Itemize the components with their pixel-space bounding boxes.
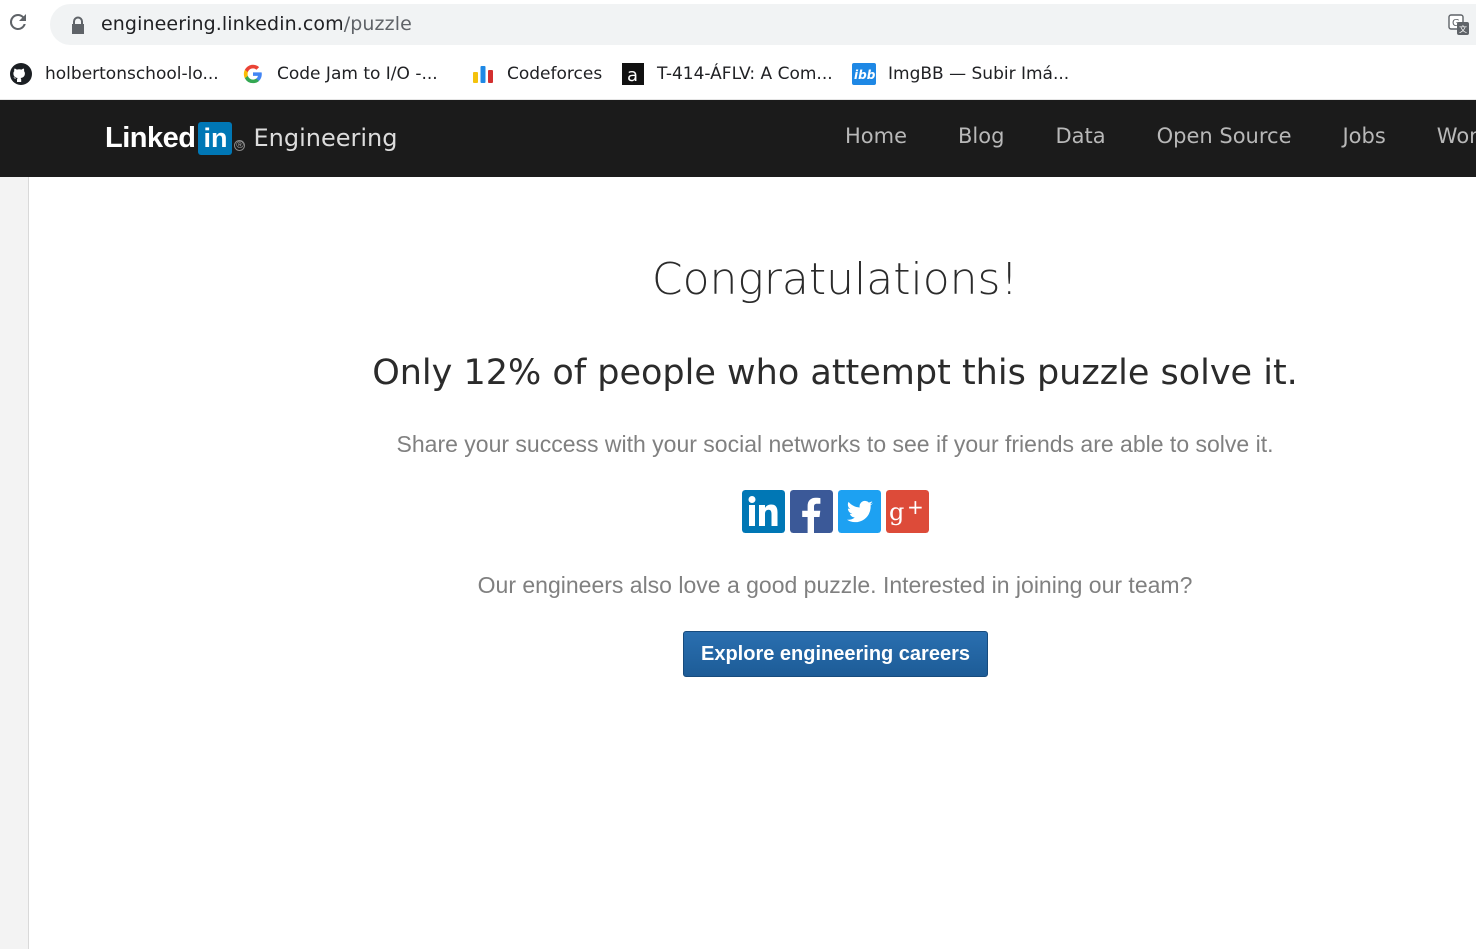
bookmark-label: ImgBB — Subir Imá...	[888, 64, 1070, 84]
nav-jobs[interactable]: Jobs	[1342, 124, 1385, 148]
bookmark-label: holbertonschool-lo...	[45, 64, 219, 84]
main-nav: Home Blog Data Open Source Jobs Wome	[845, 124, 1476, 148]
bookmark-code-jam[interactable]: Code Jam to I/O -...	[241, 61, 438, 87]
nav-blog[interactable]: Blog	[958, 124, 1004, 148]
explore-careers-button[interactable]: Explore engineering careers	[683, 631, 988, 677]
nav-open-source[interactable]: Open Source	[1157, 124, 1292, 148]
bookmark-holbertonschool[interactable]: holbertonschool-lo...	[9, 61, 219, 87]
svg-text:ibb: ibb	[854, 68, 876, 82]
bookmark-t414[interactable]: a T-414-ÁFLV: A Com...	[621, 61, 833, 87]
share-text: Share your success with your social netw…	[396, 431, 1274, 457]
url-path: /puzzle	[343, 13, 412, 35]
lock-icon[interactable]	[70, 16, 86, 34]
svg-text:+: +	[907, 495, 924, 519]
logo-in-badge: in	[198, 121, 233, 155]
linkedin-icon[interactable]	[742, 490, 785, 533]
a-icon: a	[621, 62, 645, 86]
svg-text:文: 文	[1459, 24, 1467, 34]
registered-mark-icon: ®	[234, 139, 246, 151]
reload-icon[interactable]	[6, 10, 30, 34]
page-title: Congratulations!	[651, 254, 1019, 305]
linkedin-engineering-logo[interactable]: Linked in ® Engineering	[105, 120, 397, 156]
bookmark-label: T-414-ÁFLV: A Com...	[657, 64, 833, 84]
nav-home[interactable]: Home	[845, 124, 907, 148]
codeforces-icon	[471, 62, 495, 86]
social-share-buttons: g +	[742, 490, 934, 533]
bookmark-label: Code Jam to I/O -...	[277, 64, 438, 84]
bookmarks-bar: holbertonschool-lo... Code Jam to I/O -.…	[0, 50, 1476, 100]
google-icon	[241, 62, 265, 86]
svg-text:g: g	[889, 498, 904, 526]
site-header: Linked in ® Engineering Home Blog Data O…	[0, 100, 1476, 177]
github-icon	[9, 62, 33, 86]
url-host: engineering.linkedin.com	[101, 13, 344, 35]
url-text[interactable]: engineering.linkedin.com/puzzle	[101, 13, 412, 35]
ibb-icon: ibb	[852, 62, 876, 86]
logo-linked-text: Linked	[105, 121, 196, 154]
solve-rate-heading: Only 12% of people who attempt this puzz…	[372, 353, 1298, 393]
nav-women[interactable]: Wome	[1437, 124, 1476, 148]
google-plus-icon[interactable]: g +	[886, 490, 929, 533]
facebook-icon[interactable]	[790, 490, 833, 533]
puzzle-result-panel: Congratulations! Only 12% of people who …	[29, 177, 1476, 949]
join-team-text: Our engineers also love a good puzzle. I…	[477, 572, 1193, 598]
bookmark-label: Codeforces	[507, 64, 603, 84]
logo-section-text: Engineering	[253, 124, 398, 152]
browser-address-row: engineering.linkedin.com/puzzle G 文	[0, 0, 1476, 50]
left-gutter	[0, 177, 29, 949]
svg-text:a: a	[627, 65, 638, 86]
twitter-icon[interactable]	[838, 490, 881, 533]
translate-icon[interactable]: G 文	[1448, 14, 1470, 36]
bookmark-imgbb[interactable]: ibb ImgBB — Subir Imá...	[852, 61, 1069, 87]
omnibox[interactable]: engineering.linkedin.com/puzzle G 文	[50, 4, 1476, 45]
nav-data[interactable]: Data	[1055, 124, 1105, 148]
bookmark-codeforces[interactable]: Codeforces	[471, 61, 602, 87]
